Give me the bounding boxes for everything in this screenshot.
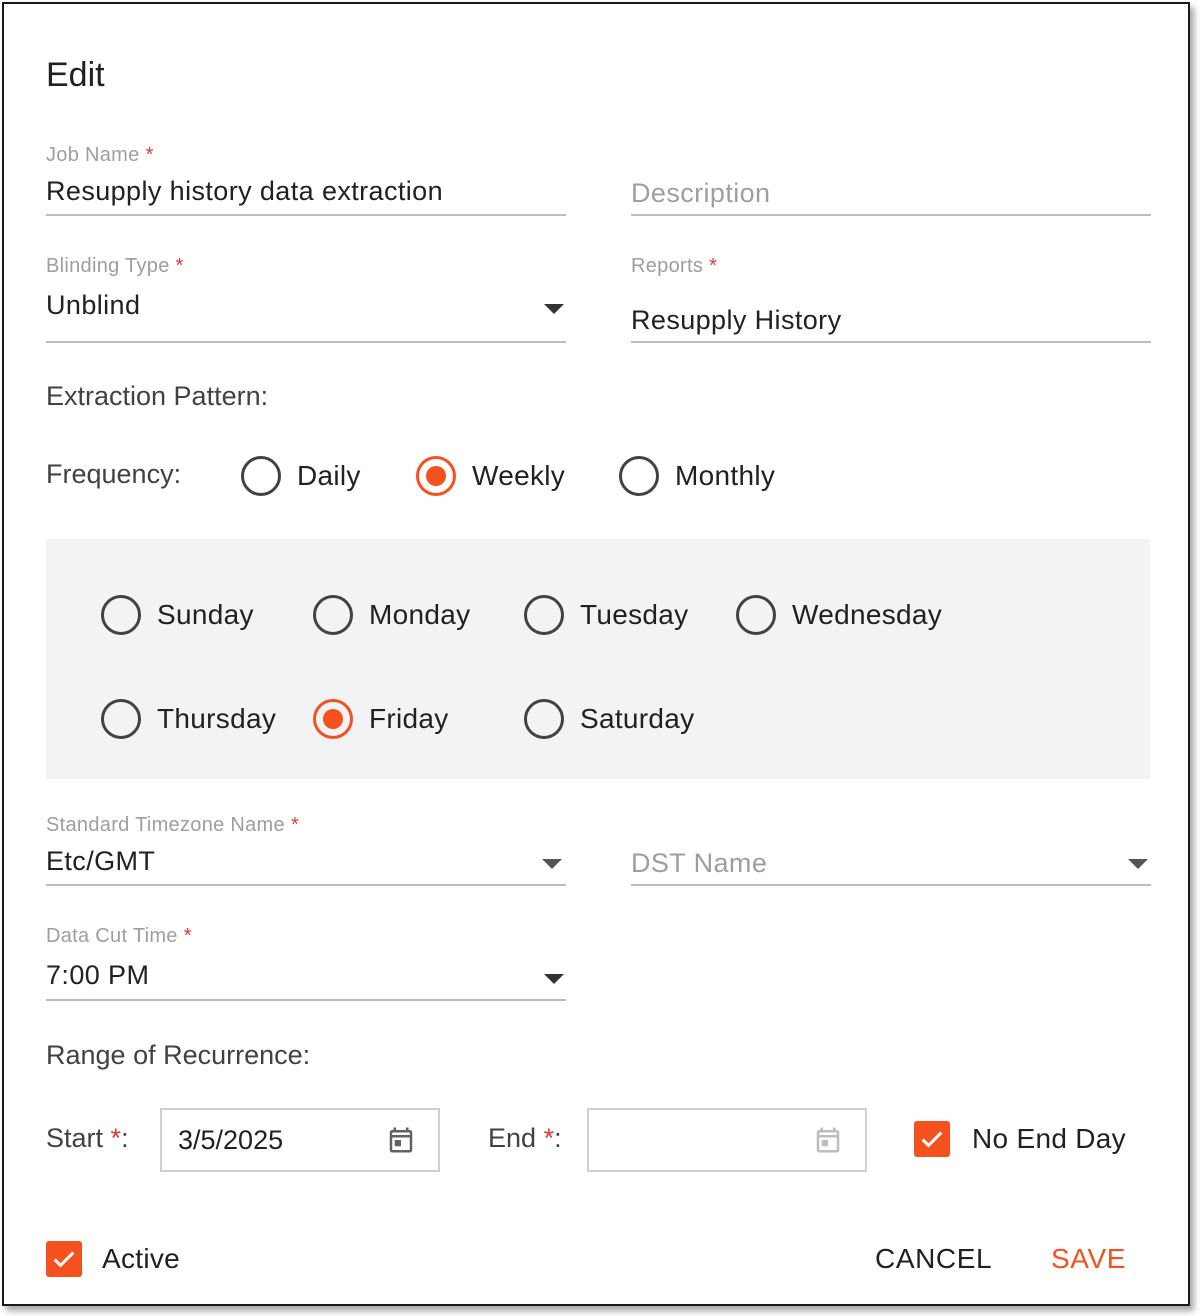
- day-friday-radio[interactable]: Friday: [313, 699, 449, 739]
- timezone-label: Standard Timezone Name: [46, 814, 285, 836]
- start-colon: :: [121, 1123, 129, 1153]
- caret-down-icon[interactable]: [542, 859, 562, 869]
- radio-label: Weekly: [472, 460, 566, 491]
- calendar-icon[interactable]: [386, 1125, 416, 1155]
- no-end-day-checkbox[interactable]: [914, 1121, 950, 1157]
- end-label-row: End *:: [488, 1123, 562, 1154]
- required-mark: *: [110, 1123, 122, 1153]
- radio-circle-icon[interactable]: [736, 595, 776, 635]
- extraction-pattern-heading: Extraction Pattern:: [46, 381, 269, 411]
- radio-checked-icon[interactable]: [416, 456, 456, 496]
- blinding-type-label: Blinding Type: [46, 255, 170, 277]
- radio-circle-icon[interactable]: [619, 456, 659, 496]
- day-tuesday-radio[interactable]: Tuesday: [524, 595, 688, 635]
- required-mark: *: [543, 1123, 555, 1153]
- timezone-select[interactable]: Etc/GMT: [46, 846, 566, 882]
- checkmark-icon: [53, 1251, 75, 1268]
- start-date-input[interactable]: 3/5/2025: [160, 1108, 440, 1172]
- radio-label: Sunday: [157, 599, 254, 630]
- caret-down-icon[interactable]: [544, 974, 564, 984]
- radio-label: Daily: [297, 460, 361, 491]
- radio-circle-icon[interactable]: [101, 699, 141, 739]
- dialog-title: Edit: [46, 56, 105, 94]
- no-end-day-label: No End Day: [972, 1123, 1126, 1154]
- weekday-panel: [46, 539, 1150, 779]
- blinding-type-value: Unblind: [46, 290, 141, 320]
- radio-label: Wednesday: [792, 599, 943, 630]
- data-cut-time-label: Data Cut Time: [46, 925, 178, 947]
- reports-label: Reports: [631, 255, 704, 277]
- radio-circle-icon[interactable]: [524, 595, 564, 635]
- frequency-label: Frequency:: [46, 459, 182, 489]
- end-label: End: [488, 1123, 537, 1153]
- caret-down-icon[interactable]: [544, 304, 564, 314]
- edit-dialog: Edit Job Name * Resupply history data ext…: [2, 2, 1190, 1306]
- required-mark: *: [709, 255, 718, 277]
- job-name-label-row: Job Name *: [46, 144, 154, 167]
- description-underline: [631, 214, 1151, 216]
- active-label: Active: [102, 1243, 181, 1274]
- radio-label: Saturday: [580, 703, 695, 734]
- reports-label-row: Reports *: [631, 255, 717, 278]
- required-mark: *: [145, 144, 154, 166]
- start-date-value: 3/5/2025: [178, 1124, 284, 1155]
- reports-input[interactable]: Resupply History: [631, 305, 841, 336]
- timezone-underline: [46, 884, 566, 886]
- calendar-icon[interactable]: [813, 1125, 843, 1155]
- description-input[interactable]: Description: [631, 178, 770, 209]
- data-cut-time-value: 7:00 PM: [46, 960, 150, 990]
- frequency-daily-radio[interactable]: Daily: [241, 456, 361, 496]
- day-monday-radio[interactable]: Monday: [313, 595, 470, 635]
- end-colon: :: [554, 1123, 562, 1153]
- radio-checked-icon[interactable]: [313, 699, 353, 739]
- required-mark: *: [290, 814, 300, 836]
- blinding-type-label-row: Blinding Type *: [46, 255, 184, 278]
- dst-underline: [631, 884, 1151, 886]
- job-name-label: Job Name: [46, 144, 140, 166]
- end-date-input[interactable]: [587, 1108, 867, 1172]
- blinding-type-underline: [46, 341, 566, 343]
- timezone-value: Etc/GMT: [46, 846, 156, 876]
- data-cut-time-underline: [46, 999, 566, 1001]
- frequency-weekly-radio[interactable]: Weekly: [416, 456, 565, 496]
- required-mark: *: [175, 255, 184, 277]
- radio-circle-icon[interactable]: [524, 699, 564, 739]
- radio-circle-icon[interactable]: [241, 456, 281, 496]
- radio-label: Friday: [369, 703, 449, 734]
- data-cut-time-select[interactable]: 7:00 PM: [46, 960, 566, 998]
- radio-circle-icon[interactable]: [313, 595, 353, 635]
- start-label-row: Start *:: [46, 1123, 129, 1154]
- caret-down-icon[interactable]: [1128, 859, 1148, 869]
- blinding-type-select[interactable]: Unblind: [46, 290, 566, 330]
- required-mark: *: [183, 925, 192, 947]
- radio-label: Monday: [369, 599, 471, 630]
- radio-label: Monthly: [675, 460, 776, 491]
- job-name-underline: [46, 214, 566, 216]
- job-name-input[interactable]: Resupply history data extraction: [46, 176, 443, 207]
- day-sunday-radio[interactable]: Sunday: [101, 595, 254, 635]
- timezone-label-row: Standard Timezone Name *: [46, 814, 299, 837]
- start-label: Start: [46, 1123, 104, 1153]
- dst-select[interactable]: DST Name: [631, 848, 1151, 884]
- active-checkbox[interactable]: [46, 1241, 82, 1277]
- cancel-button[interactable]: CANCEL: [875, 1243, 992, 1275]
- radio-circle-icon[interactable]: [101, 595, 141, 635]
- data-cut-time-label-row: Data Cut Time *: [46, 925, 192, 948]
- checkmark-icon: [921, 1131, 943, 1148]
- frequency-monthly-radio[interactable]: Monthly: [619, 456, 775, 496]
- radio-label: Thursday: [157, 703, 277, 734]
- dst-placeholder: DST Name: [631, 848, 768, 878]
- reports-underline: [631, 341, 1151, 343]
- save-button[interactable]: SAVE: [1051, 1243, 1126, 1275]
- day-thursday-radio[interactable]: Thursday: [101, 699, 276, 739]
- radio-label: Tuesday: [580, 599, 689, 630]
- day-wednesday-radio[interactable]: Wednesday: [736, 595, 942, 635]
- range-of-recurrence-heading: Range of Recurrence:: [46, 1040, 311, 1070]
- day-saturday-radio[interactable]: Saturday: [524, 699, 694, 739]
